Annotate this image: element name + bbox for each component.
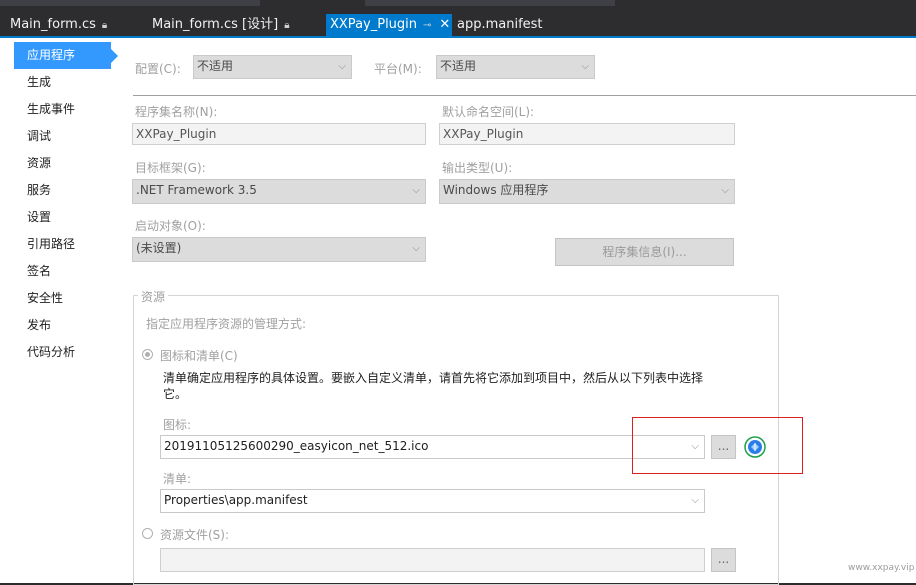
startup-object-select[interactable]: (未设置) ⌵ (132, 237, 426, 262)
assembly-name-field[interactable]: XXPay_Plugin (132, 123, 426, 145)
resource-file-radio[interactable] (142, 528, 153, 539)
chevron-down-icon: ⌵ (338, 61, 346, 72)
manifest-value: Properties\app.manifest (164, 493, 308, 507)
chevron-down-icon: ⌵ (581, 61, 589, 72)
config-value: 不适用 (197, 59, 234, 73)
icon-manifest-radio[interactable] (142, 349, 153, 360)
chevron-down-icon: ⌵ (691, 495, 699, 506)
target-framework-label: 目标框架(G): (135, 161, 206, 175)
default-namespace-field[interactable]: XXPay_Plugin (439, 123, 735, 145)
tab-label: Main_form.cs (10, 17, 96, 32)
assembly-info-button[interactable]: 程序集信息(I)... (555, 238, 734, 266)
highlight-box (632, 417, 803, 474)
divider (133, 95, 916, 96)
sidebar-item-code-analysis[interactable]: 代码分析 (14, 339, 114, 366)
close-icon[interactable]: ✕ (439, 14, 450, 36)
icon-label: 图标: (163, 418, 192, 432)
assembly-name-label: 程序集名称(N): (135, 105, 218, 119)
resource-file-browse-button[interactable]: ... (711, 548, 736, 572)
tab-label: XXPay_Plugin (330, 17, 418, 32)
manifest-label: 清单: (163, 472, 192, 486)
sidebar-item-signing[interactable]: 签名 (14, 258, 114, 285)
platform-value: 不适用 (440, 59, 477, 73)
chevron-down-icon: ⌵ (412, 243, 420, 254)
properties-sidebar: 应用程序 生成 生成事件 调试 资源 服务 设置 引用路径 签名 安全性 发布 … (14, 42, 118, 366)
toolbar-segment (365, 0, 615, 6)
watermark: www.xxpay.vip (848, 563, 915, 573)
sidebar-item-settings[interactable]: 设置 (14, 204, 114, 231)
sidebar-item-build[interactable]: 生成 (14, 69, 114, 96)
toolbar-segment (0, 0, 260, 6)
resource-file-field[interactable] (160, 548, 705, 572)
startup-object-value: (未设置) (136, 241, 182, 255)
resource-file-label: 资源文件(S): (160, 528, 230, 542)
platform-label: 平台(M): (374, 62, 422, 76)
icon-value: 20191105125600290_easyicon_net_512.ico (164, 439, 429, 453)
default-namespace-label: 默认命名空间(L): (442, 105, 535, 119)
config-select[interactable]: 不适用 ⌵ (193, 55, 352, 79)
manifest-description-line2: 它。 (163, 387, 188, 401)
tab-main-form-designer[interactable]: Main_form.cs [设计] 🔒︎ (152, 14, 290, 36)
target-framework-select[interactable]: .NET Framework 3.5 ⌵ (132, 179, 426, 204)
startup-object-label: 启动对象(O): (135, 219, 206, 233)
tab-main-form-cs[interactable]: Main_form.cs 🔒︎ (10, 14, 107, 36)
tab-label: Main_form.cs [设计] (152, 17, 279, 32)
platform-select[interactable]: 不适用 ⌵ (436, 55, 595, 79)
top-toolbar-strip (0, 0, 916, 8)
lock-icon: 🔒︎ (284, 20, 290, 31)
project-properties-page: 应用程序 生成 生成事件 调试 资源 服务 设置 引用路径 签名 安全性 发布 … (0, 38, 916, 585)
tab-label: app.manifest (457, 17, 543, 32)
sidebar-item-application[interactable]: 应用程序 (14, 42, 118, 69)
pin-icon[interactable]: ⊸ (423, 15, 431, 37)
chevron-down-icon: ⌵ (412, 185, 420, 196)
target-framework-value: .NET Framework 3.5 (136, 183, 257, 197)
sidebar-item-resources[interactable]: 资源 (14, 150, 114, 177)
icon-select[interactable]: 20191105125600290_easyicon_net_512.ico ⌵ (160, 435, 705, 459)
resources-group-title: 资源 (138, 288, 169, 305)
sidebar-item-security[interactable]: 安全性 (14, 285, 114, 312)
tab-xxpay-plugin[interactable]: XXPay_Plugin ⊸ ✕ (326, 14, 452, 36)
sidebar-item-build-events[interactable]: 生成事件 (14, 96, 114, 123)
chevron-down-icon: ⌵ (721, 185, 729, 196)
sidebar-item-debug[interactable]: 调试 (14, 123, 114, 150)
resources-hint: 指定应用程序资源的管理方式: (146, 317, 307, 331)
sidebar-item-reference-paths[interactable]: 引用路径 (14, 231, 114, 258)
sidebar-item-publish[interactable]: 发布 (14, 312, 114, 339)
tab-app-manifest[interactable]: app.manifest (457, 14, 543, 36)
output-type-label: 输出类型(U): (442, 161, 513, 175)
icon-manifest-label: 图标和清单(C) (160, 349, 238, 363)
output-type-select[interactable]: Windows 应用程序 ⌵ (439, 179, 735, 204)
lock-icon: 🔒︎ (101, 20, 108, 31)
sidebar-item-services[interactable]: 服务 (14, 177, 114, 204)
manifest-select[interactable]: Properties\app.manifest ⌵ (160, 489, 705, 513)
document-tab-bar: Main_form.cs 🔒︎ Main_form.cs [设计] 🔒︎ XXPay… (0, 14, 916, 36)
config-label: 配置(C): (135, 62, 181, 76)
manifest-description-line1: 清单确定应用程序的具体设置。要嵌入自定义清单，请首先将它添加到项目中，然后从以下… (163, 371, 704, 385)
output-type-value: Windows 应用程序 (443, 183, 549, 197)
